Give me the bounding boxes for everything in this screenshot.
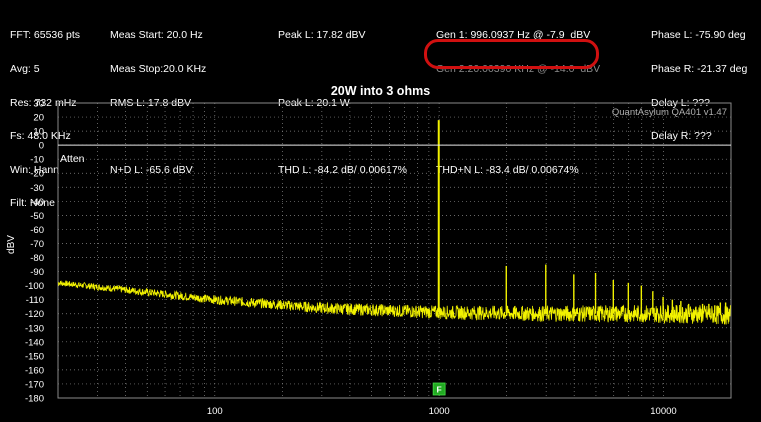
x-tick-label: 10000 bbox=[650, 406, 676, 417]
y-tick-label: 30 bbox=[33, 99, 44, 110]
y-tick-label: -120 bbox=[25, 309, 44, 320]
noise-floor-trace bbox=[57, 280, 731, 325]
y-tick-label: -30 bbox=[30, 183, 44, 194]
y-tick-label: -170 bbox=[25, 379, 44, 390]
plot-overlays: Atten F bbox=[58, 144, 731, 396]
spectrum-trace bbox=[57, 120, 731, 325]
y-tick-label: -160 bbox=[25, 365, 44, 376]
x-tick-label: 1000 bbox=[429, 406, 450, 417]
plot-grid bbox=[57, 102, 732, 399]
y-tick-label: -90 bbox=[30, 267, 44, 278]
y-tick-label: 20 bbox=[33, 113, 44, 124]
y-tick-label: 0 bbox=[39, 141, 44, 152]
y-tick-label: -100 bbox=[25, 281, 44, 292]
watermark-label: QuantAsylum QA401 v1.47 bbox=[612, 107, 727, 118]
x-tick-label: 100 bbox=[207, 406, 223, 417]
y-tick-label: -130 bbox=[25, 323, 44, 334]
y-tick-label: -20 bbox=[30, 169, 44, 180]
frequency-marker-label: F bbox=[437, 385, 442, 395]
y-tick-label: -110 bbox=[26, 295, 44, 306]
plot-frame bbox=[57, 102, 732, 399]
y-tick-label: -50 bbox=[30, 211, 44, 222]
y-axis-label: dBV bbox=[6, 235, 17, 254]
y-tick-label: -80 bbox=[30, 253, 44, 264]
spectrum-plot[interactable]: 3020100-10-20-30-40-50-60-70-80-90-100-1… bbox=[0, 0, 761, 422]
atten-label: Atten bbox=[60, 153, 85, 165]
y-tick-label: -150 bbox=[25, 351, 44, 362]
y-tick-label: -60 bbox=[30, 225, 44, 236]
y-tick-label: 10 bbox=[33, 127, 44, 138]
y-tick-label: -70 bbox=[30, 239, 44, 250]
y-tick-label: -10 bbox=[30, 155, 44, 166]
y-tick-label: -140 bbox=[25, 337, 44, 348]
y-tick-label: -40 bbox=[30, 197, 44, 208]
y-tick-label: -180 bbox=[25, 394, 44, 405]
